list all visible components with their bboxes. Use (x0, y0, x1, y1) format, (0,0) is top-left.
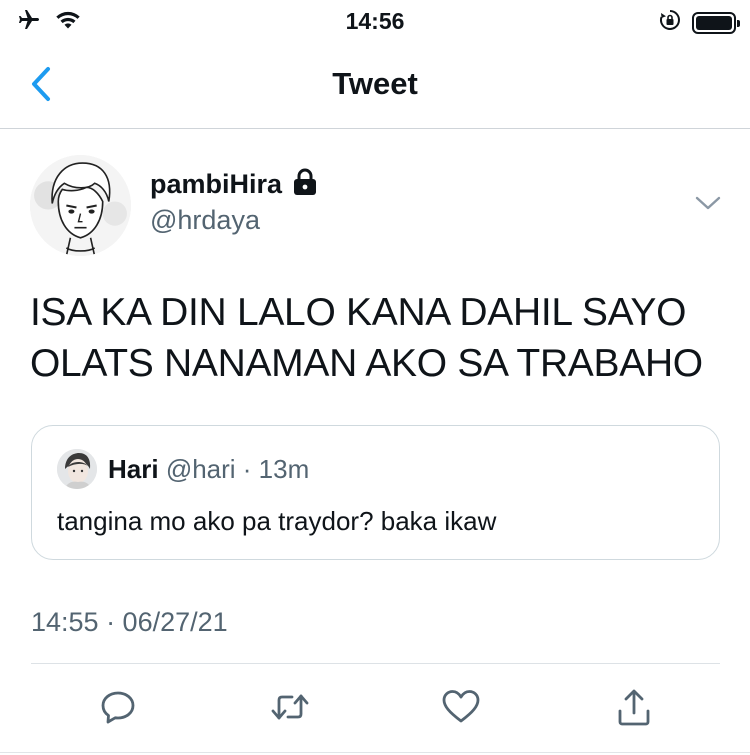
quoted-tweet-text: tangina mo ako pa traydor? baka ikaw (57, 506, 497, 536)
divider (31, 663, 720, 664)
heart-icon (442, 690, 480, 723)
author-avatar[interactable] (30, 155, 131, 256)
quoted-tweet-meta: @hari · 13m (165, 454, 310, 484)
battery-level (696, 15, 732, 30)
tweet-text-line: OLATS NANAMAN AKO SA TRABAHO (30, 342, 703, 385)
bottom-divider (0, 752, 750, 753)
status-bar-right (658, 8, 740, 37)
more-options-button[interactable] (693, 190, 723, 216)
reply-button[interactable] (98, 687, 138, 727)
retweet-icon (271, 694, 309, 720)
quoted-author-avatar (57, 449, 97, 489)
tweet-text: ISA KA DIN LALO KANA DAHIL SAYO OLATS NA… (30, 287, 730, 389)
author-handle[interactable]: @hrdaya (150, 205, 260, 236)
author-display-name: pambiHira (150, 169, 283, 199)
status-time: 14:56 (345, 8, 405, 34)
author-name-row[interactable]: pambiHira (150, 168, 318, 201)
quoted-author-name: Hari (108, 454, 159, 484)
chevron-down-icon (695, 196, 721, 210)
quoted-tweet-card[interactable]: Hari @hari · 13m tangina mo ako pa trayd… (31, 425, 720, 560)
orientation-lock-icon (658, 8, 682, 37)
battery-icon (692, 11, 740, 34)
share-button[interactable] (614, 687, 654, 727)
tweet-text-line: ISA KA DIN LALO KANA DAHIL SAYO (30, 291, 687, 334)
page-title: Tweet (332, 66, 418, 101)
retweet-button[interactable] (270, 687, 310, 727)
like-button[interactable] (441, 687, 481, 727)
tweet-timestamp: 14:55 · 06/27/21 (31, 607, 228, 637)
lock-icon (292, 168, 318, 201)
quoted-tweet-header: Hari @hari · 13m (108, 454, 309, 485)
share-icon (618, 689, 650, 726)
reply-icon (101, 691, 135, 724)
nav-bar: Tweet (0, 44, 750, 129)
status-bar: 14:56 (0, 0, 750, 44)
